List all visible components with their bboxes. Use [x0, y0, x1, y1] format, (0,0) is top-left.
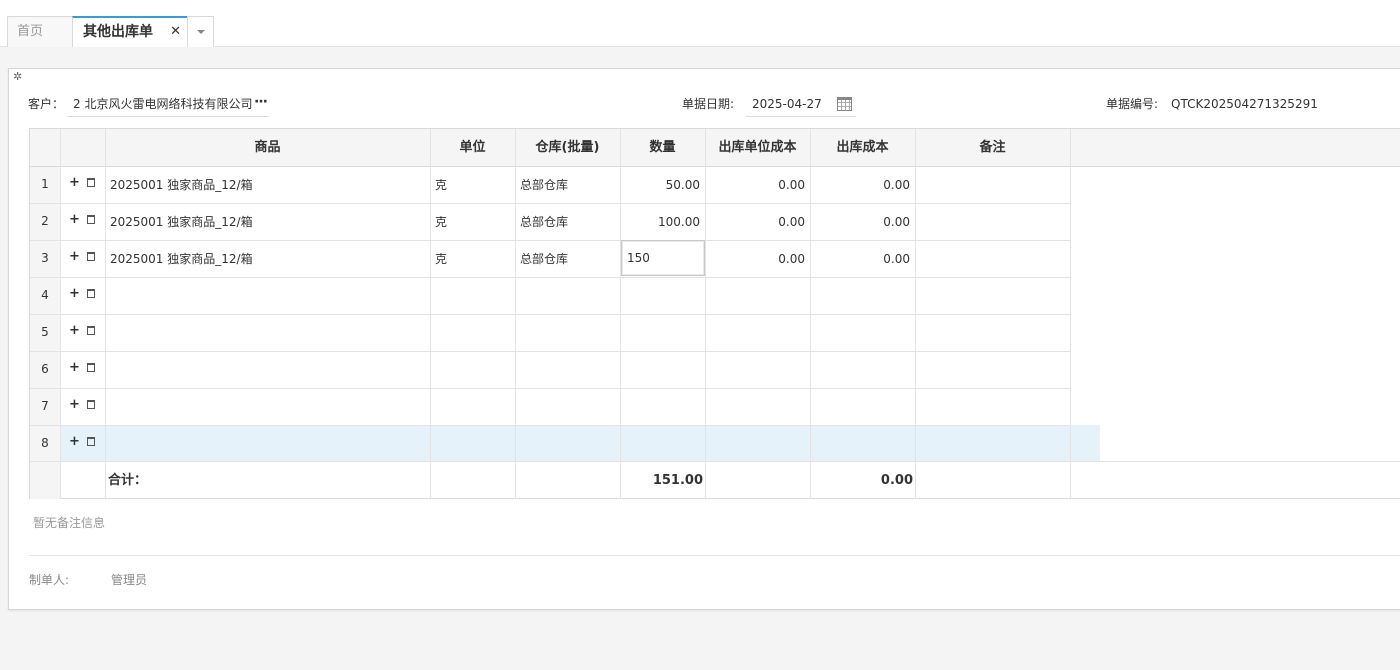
trash-icon[interactable]	[86, 252, 95, 261]
row-number: 7	[41, 399, 49, 413]
total-label: 合计：	[108, 473, 148, 488]
col-header-warehouse[interactable]: 仓库(批量)	[515, 140, 620, 156]
grid-line	[30, 314, 1070, 315]
cell-qty[interactable]: 100.00	[625, 214, 700, 230]
trash-icon[interactable]	[86, 363, 95, 372]
add-row-icon[interactable]: +	[69, 323, 80, 338]
calendar-icon[interactable]	[837, 97, 852, 111]
cell-unit-cost[interactable]: 0.00	[710, 251, 805, 267]
trash-icon[interactable]	[86, 326, 95, 335]
divider	[29, 555, 1400, 556]
customer-label: 客户：	[28, 97, 65, 111]
row-ops: +	[69, 397, 95, 412]
docno-value: QTCK202504271325291	[1171, 97, 1318, 111]
tab-dropdown-button[interactable]	[187, 16, 214, 47]
row-number: 1	[41, 177, 49, 191]
cell-product[interactable]: 2025001 独家商品_12/箱	[110, 177, 253, 193]
customer-value: 2 北京风火雷电网络科技有限公司	[73, 97, 253, 111]
cell-unit[interactable]: 克	[435, 214, 447, 230]
trash-icon[interactable]	[86, 437, 95, 446]
add-row-icon[interactable]: +	[69, 360, 80, 375]
trash-icon[interactable]	[86, 215, 95, 224]
qty-input[interactable]: 150	[621, 240, 705, 276]
date-field[interactable]: 2025-04-27	[746, 91, 856, 117]
cell-unit-cost[interactable]: 0.00	[710, 214, 805, 230]
grid-line	[30, 425, 1070, 426]
add-row-icon[interactable]: +	[69, 286, 80, 301]
trash-icon[interactable]	[86, 178, 95, 187]
row-ops: +	[69, 249, 95, 264]
trash-icon[interactable]	[86, 289, 95, 298]
cell-unit-cost[interactable]: 0.00	[710, 177, 805, 193]
row-number: 3	[41, 251, 49, 265]
cell-product[interactable]: 2025001 独家商品_12/箱	[110, 251, 253, 267]
col-header-remark[interactable]: 备注	[915, 140, 1070, 156]
grid-line	[1070, 129, 1071, 499]
total-cost: 0.00	[880, 473, 913, 488]
row-ops: +	[69, 212, 95, 227]
row-number: 8	[41, 436, 49, 450]
row-ops: +	[69, 434, 95, 449]
selected-row-highlight	[61, 425, 1100, 461]
order-panel: ✲ 客户： 2 北京风火雷电网络科技有限公司 ··· 单据日期: 2025-04…	[8, 68, 1400, 610]
col-header-cost[interactable]: 出库成本	[810, 140, 915, 156]
row-ops: +	[69, 286, 95, 301]
cell-qty[interactable]: 50.00	[625, 177, 700, 193]
tab-label: 其他出库单	[83, 24, 153, 40]
col-header-unit-cost[interactable]: 出库单位成本	[705, 140, 810, 156]
cell-warehouse[interactable]: 总部仓库	[520, 214, 568, 230]
total-qty: 151.00	[652, 473, 703, 488]
add-row-icon[interactable]: +	[69, 212, 80, 227]
trash-icon[interactable]	[86, 400, 95, 409]
row-number: 6	[41, 362, 49, 376]
grid-line	[30, 240, 1070, 241]
tab-other-outbound[interactable]: 其他出库单 ✕	[72, 16, 188, 47]
add-row-icon[interactable]: +	[69, 397, 80, 412]
col-header-product[interactable]: 商品	[105, 140, 430, 156]
cell-warehouse[interactable]: 总部仓库	[520, 251, 568, 267]
maker-value: 管理员	[111, 573, 148, 587]
close-icon[interactable]: ✕	[170, 18, 181, 46]
chevron-down-icon	[197, 30, 205, 34]
row-ops: +	[69, 360, 95, 375]
more-icon[interactable]: ···	[254, 94, 268, 110]
gear-icon[interactable]: ✲	[13, 71, 22, 83]
add-row-icon[interactable]: +	[69, 434, 80, 449]
row-ops: +	[69, 323, 95, 338]
grid-line	[30, 203, 1070, 204]
tab-bar: 首页 其他出库单 ✕	[0, 0, 1400, 47]
cell-cost[interactable]: 0.00	[815, 251, 910, 267]
docno-label: 单据编号:	[1106, 97, 1159, 111]
cell-unit[interactable]: 克	[435, 251, 447, 267]
cell-cost[interactable]: 0.00	[815, 177, 910, 193]
grid-line	[30, 388, 1070, 389]
cell-cost[interactable]: 0.00	[815, 214, 910, 230]
grid-line	[30, 351, 1070, 352]
customer-field[interactable]: 2 北京风火雷电网络科技有限公司 ···	[67, 91, 269, 117]
cell-warehouse[interactable]: 总部仓库	[520, 177, 568, 193]
row-number: 4	[41, 288, 49, 302]
cell-product[interactable]: 2025001 独家商品_12/箱	[110, 214, 253, 230]
maker-label: 制单人:	[29, 573, 70, 587]
cell-unit[interactable]: 克	[435, 177, 447, 193]
col-header-unit[interactable]: 单位	[430, 140, 515, 156]
date-value: 2025-04-27	[752, 97, 822, 111]
tab-home[interactable]: 首页	[7, 16, 73, 47]
grid-line	[30, 277, 1070, 278]
row-number: 2	[41, 214, 49, 228]
row-number: 5	[41, 325, 49, 339]
remark-text[interactable]: 暂无备注信息	[33, 515, 105, 531]
add-row-icon[interactable]: +	[69, 175, 80, 190]
grid-line	[30, 461, 1400, 462]
date-label: 单据日期:	[682, 97, 735, 111]
add-row-icon[interactable]: +	[69, 249, 80, 264]
qty-input-value: 150	[627, 251, 650, 265]
row-ops: +	[69, 175, 95, 190]
col-header-qty[interactable]: 数量	[620, 140, 705, 156]
items-grid: 商品 单位 仓库(批量) 数量 出库单位成本 出库成本 备注 1 2 3 4 5…	[29, 128, 1400, 499]
